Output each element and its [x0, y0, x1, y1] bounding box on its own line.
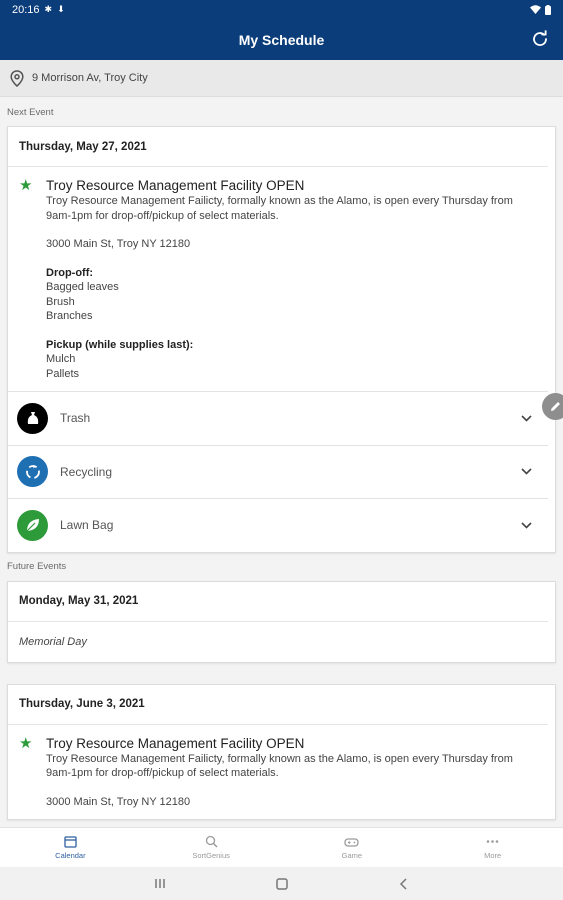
- app-bar: My Schedule: [0, 19, 563, 60]
- star-icon: ★: [19, 734, 33, 752]
- event-date: Thursday, June 3, 2021: [8, 685, 548, 725]
- category-lawn-bag[interactable]: Lawn Bag: [8, 498, 548, 552]
- trash-bag-icon: [17, 402, 48, 434]
- calendar-icon: [64, 836, 77, 848]
- leaf-icon: [17, 509, 48, 541]
- location-pin-icon: [10, 69, 24, 87]
- category-label: Trash: [60, 411, 91, 426]
- chevron-down-icon[interactable]: [516, 522, 536, 529]
- section-label-next-event: Next Event: [7, 107, 54, 118]
- category-trash[interactable]: Trash: [8, 391, 548, 445]
- recent-apps-icon[interactable]: [154, 878, 166, 889]
- nav-label: Calendar: [55, 851, 86, 860]
- pickup-item: Mulch: [46, 353, 76, 365]
- pickup-heading: Pickup (while supplies last):: [46, 338, 194, 351]
- download-icon: ⬇: [57, 4, 65, 14]
- event-date: Thursday, May 27, 2021: [8, 127, 548, 167]
- system-nav-bar: [0, 867, 563, 900]
- section-label-future-events: Future Events: [7, 561, 67, 572]
- address-bar[interactable]: 9 Morrison Av, Troy City: [0, 60, 563, 97]
- page-title: My Schedule: [238, 31, 325, 48]
- wifi-icon: [530, 5, 541, 14]
- event-description: Troy Resource Management Failicty, forma…: [46, 752, 513, 780]
- nav-game[interactable]: Game: [282, 828, 423, 867]
- home-icon[interactable]: [275, 877, 288, 890]
- pickup-item: Pallets: [46, 367, 80, 380]
- event-item[interactable]: ★ Troy Resource Management Facility OPEN…: [8, 725, 555, 820]
- refresh-icon: [533, 30, 547, 46]
- event-date: Monday, May 31, 2021: [8, 582, 548, 622]
- dropoff-heading: Drop-off:: [46, 266, 94, 279]
- dropoff-item: Bagged leaves: [46, 281, 119, 293]
- event-item[interactable]: ★ Troy Resource Management Facility OPEN…: [8, 167, 555, 391]
- chevron-down-icon[interactable]: [516, 468, 536, 475]
- category-label: Recycling: [60, 464, 113, 479]
- magnifier-icon: [205, 835, 218, 848]
- category-recycling[interactable]: Recycling: [8, 444, 548, 499]
- holiday-label: Memorial Day: [19, 635, 87, 648]
- event-card: Monday, May 31, 2021 Memorial Day: [7, 580, 556, 663]
- event-description: Troy Resource Management Failicty, forma…: [46, 195, 513, 222]
- event-address: 3000 Main St, Troy NY 12180: [46, 238, 191, 250]
- battery-icon: [545, 4, 551, 15]
- nav-calendar[interactable]: Calendar: [0, 828, 141, 867]
- status-bar: 20:16 ✱ ⬇: [0, 0, 563, 19]
- schedule-list[interactable]: Next Event Thursday, May 27, 2021 ★ Troy…: [0, 97, 563, 827]
- gamepad-icon: [344, 838, 360, 847]
- more-dots-icon: [486, 840, 499, 843]
- nav-label: More: [484, 851, 502, 860]
- dropoff-item: Brush: [46, 295, 75, 308]
- back-icon[interactable]: [398, 877, 410, 890]
- pencil-icon: [551, 402, 560, 411]
- nav-label: SortGenius: [192, 851, 230, 860]
- category-label: Lawn Bag: [60, 518, 114, 533]
- recycle-icon: [17, 456, 48, 488]
- event-card: Thursday, May 27, 2021 ★ Troy Resource M…: [7, 126, 556, 553]
- event-title: Troy Resource Management Facility OPEN: [46, 178, 305, 193]
- nav-label: Game: [341, 851, 363, 860]
- nav-sortgenius[interactable]: SortGenius: [141, 828, 282, 867]
- event-card: Thursday, June 3, 2021 ★ Troy Resource M…: [7, 683, 556, 820]
- edit-button[interactable]: [542, 393, 563, 420]
- bottom-nav: Calendar SortGenius Game More: [0, 827, 563, 867]
- event-title: Troy Resource Management Facility OPEN: [46, 735, 305, 751]
- refresh-button[interactable]: [529, 28, 551, 50]
- event-address: 3000 Main St, Troy NY 12180: [46, 795, 191, 808]
- app-notification-icon: ✱: [44, 4, 53, 14]
- chevron-down-icon[interactable]: [516, 415, 536, 422]
- status-time: 20:16: [12, 3, 40, 16]
- star-icon: ★: [19, 177, 33, 194]
- nav-more[interactable]: More: [422, 828, 563, 867]
- address-text: 9 Morrison Av, Troy City: [32, 72, 148, 84]
- dropoff-item: Branches: [46, 310, 93, 322]
